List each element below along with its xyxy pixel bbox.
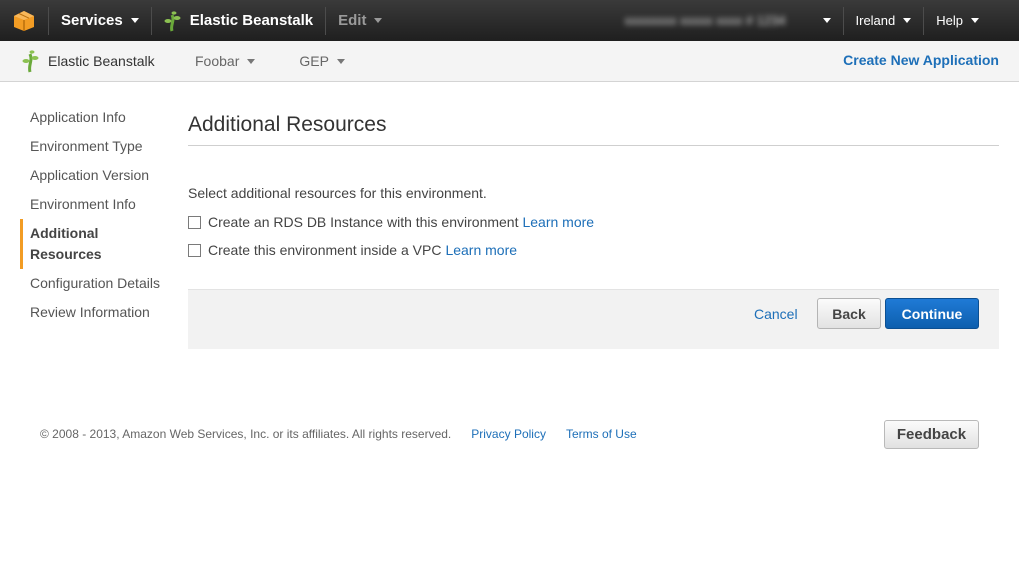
footer: © 2008 - 2013, Amazon Web Services, Inc.… — [40, 427, 637, 441]
wizard-steps-nav: Application Info Environment Type Applic… — [20, 103, 170, 327]
step-additional-resources[interactable]: Additional Resources — [20, 219, 170, 269]
edit-label: Edit — [338, 12, 367, 29]
service-brand-link[interactable]: Elastic Beanstalk — [0, 49, 175, 73]
step-environment-info[interactable]: Environment Info — [20, 190, 170, 219]
services-label: Services — [61, 12, 123, 29]
feedback-button[interactable]: Feedback — [884, 420, 979, 449]
step-environment-type[interactable]: Environment Type — [20, 132, 170, 161]
edit-menu[interactable]: Edit — [326, 0, 394, 41]
vpc-checkbox[interactable] — [188, 243, 201, 257]
environment-selector[interactable]: GEP — [299, 53, 345, 69]
service-navigation-bar: Elastic Beanstalk Foobar GEP Create New … — [0, 41, 1019, 82]
intro-text: Select additional resources for this env… — [188, 185, 487, 201]
cancel-link[interactable]: Cancel — [754, 306, 798, 322]
create-new-application-link[interactable]: Create New Application — [843, 52, 999, 68]
chevron-down-icon — [822, 18, 831, 23]
beanstalk-icon — [22, 50, 39, 73]
rds-learn-more-link[interactable]: Learn more — [522, 214, 594, 230]
help-menu[interactable]: Help — [924, 0, 1019, 41]
environment-label: GEP — [299, 53, 329, 69]
top-navigation-bar: Services Elastic Beanstalk Edit xxxxxxxx… — [0, 0, 1019, 41]
vpc-option-row: Create this environment inside a VPC Lea… — [188, 242, 999, 258]
account-menu[interactable]: xxxxxxxx xxxxx xxxx # 1234 — [613, 0, 843, 41]
application-label: Foobar — [195, 53, 240, 69]
brand-label: Elastic Beanstalk — [48, 53, 155, 69]
wizard-actions-bar: Cancel Back Continue — [188, 289, 999, 349]
services-menu[interactable]: Services — [49, 0, 151, 41]
application-selector[interactable]: Foobar — [195, 53, 256, 69]
step-configuration-details[interactable]: Configuration Details — [20, 269, 170, 298]
page-title: Additional Resources — [188, 113, 999, 146]
step-application-version[interactable]: Application Version — [20, 161, 170, 190]
account-name: xxxxxxxx xxxxx xxxx # 1234 — [624, 13, 786, 28]
region-label: Ireland — [855, 13, 896, 28]
chevron-down-icon — [374, 18, 383, 23]
chevron-down-icon — [336, 58, 345, 64]
vpc-learn-more-link[interactable]: Learn more — [445, 242, 517, 258]
chevron-down-icon — [247, 58, 256, 64]
vpc-option-label: Create this environment inside a VPC — [208, 242, 442, 258]
step-application-info[interactable]: Application Info — [20, 103, 170, 132]
chevron-down-icon — [130, 18, 139, 23]
rds-option-label: Create an RDS DB Instance with this envi… — [208, 214, 519, 230]
rds-option-row: Create an RDS DB Instance with this envi… — [188, 214, 999, 230]
chevron-down-icon — [971, 18, 979, 23]
region-menu[interactable]: Ireland — [844, 0, 924, 41]
copyright-text: © 2008 - 2013, Amazon Web Services, Inc.… — [40, 427, 452, 441]
service-name: Elastic Beanstalk — [189, 12, 314, 29]
step-review-information[interactable]: Review Information — [20, 298, 170, 327]
rds-checkbox[interactable] — [188, 215, 201, 229]
privacy-policy-link[interactable]: Privacy Policy — [471, 427, 546, 441]
main-content: Additional Resources Select additional r… — [188, 113, 999, 349]
help-label: Help — [936, 13, 963, 28]
chevron-down-icon — [903, 18, 912, 23]
service-home-link[interactable]: Elastic Beanstalk — [152, 0, 325, 41]
back-button[interactable]: Back — [817, 298, 881, 329]
continue-button[interactable]: Continue — [885, 298, 979, 329]
beanstalk-icon — [164, 10, 181, 31]
aws-logo-icon[interactable] — [0, 0, 48, 41]
terms-of-use-link[interactable]: Terms of Use — [566, 427, 637, 441]
